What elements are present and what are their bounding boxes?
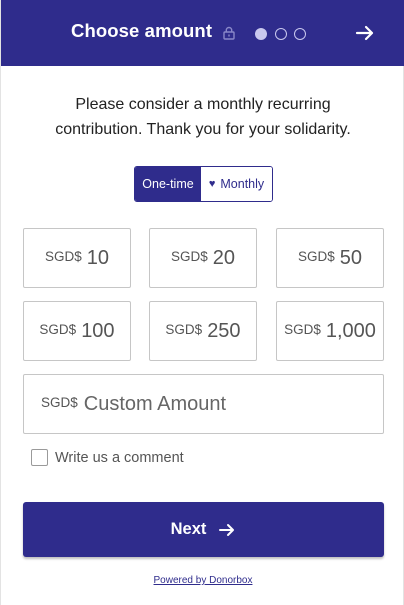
lock-icon [223,26,235,40]
currency-label: SGD$ [297,248,335,264]
currency-label: SGD$ [39,321,77,337]
currency-label: SGD$ [170,248,208,264]
currency-label: SGD$ [284,321,321,337]
comment-label[interactable]: Write us a comment [55,450,184,466]
arrow-right-icon[interactable] [355,23,375,43]
custom-amount-input[interactable] [83,392,334,416]
intro-line-2: contribution. Thank you for your solidar… [55,121,351,138]
amount-value: 100 [81,319,115,342]
custom-amount-field: SGD$ [23,374,384,434]
header-bar: Choose amount [1,0,404,66]
intro-text: Please consider a monthly recurring cont… [31,92,375,142]
next-button[interactable]: Next [23,502,384,557]
frequency-toggle: One-time ♥ Monthly [134,166,273,202]
currency-label: SGD$ [44,248,82,264]
amount-value: 250 [207,319,241,342]
one-time-option[interactable]: One-time [135,167,201,201]
comment-checkbox[interactable] [31,449,48,466]
amount-option-1000[interactable]: SGD$ 1,000 [276,301,384,361]
currency-label: SGD$ [165,321,203,337]
comment-option: Write us a comment [31,449,184,466]
monthly-option-label: Monthly [220,177,265,191]
amount-option-10[interactable]: SGD$ 10 [23,228,131,288]
amount-option-50[interactable]: SGD$ 50 [276,228,384,288]
amount-value: 20 [212,246,235,269]
heart-icon: ♥ [208,178,216,190]
next-button-label: Next [170,520,207,538]
amount-option-20[interactable]: SGD$ 20 [149,228,257,288]
amount-value: 10 [86,246,109,269]
step-indicator-3 [294,28,306,40]
arrow-right-icon [219,523,235,536]
monthly-option[interactable]: ♥ Monthly [201,167,272,201]
amount-option-250[interactable]: SGD$ 250 [149,301,257,361]
powered-by-link[interactable]: Powered by Donorbox [1,575,404,586]
amount-value: 50 [339,246,362,269]
step-indicator-1 [255,28,267,40]
intro-line-1: Please consider a monthly recurring [75,96,331,113]
step-indicator-2 [275,28,287,40]
donation-widget: Choose amount Please consider a monthly … [0,0,404,605]
header-title: Choose amount [71,20,213,41]
amount-option-100[interactable]: SGD$ 100 [23,301,131,361]
amount-value: 1,000 [325,319,376,342]
currency-label: SGD$ [41,394,78,410]
